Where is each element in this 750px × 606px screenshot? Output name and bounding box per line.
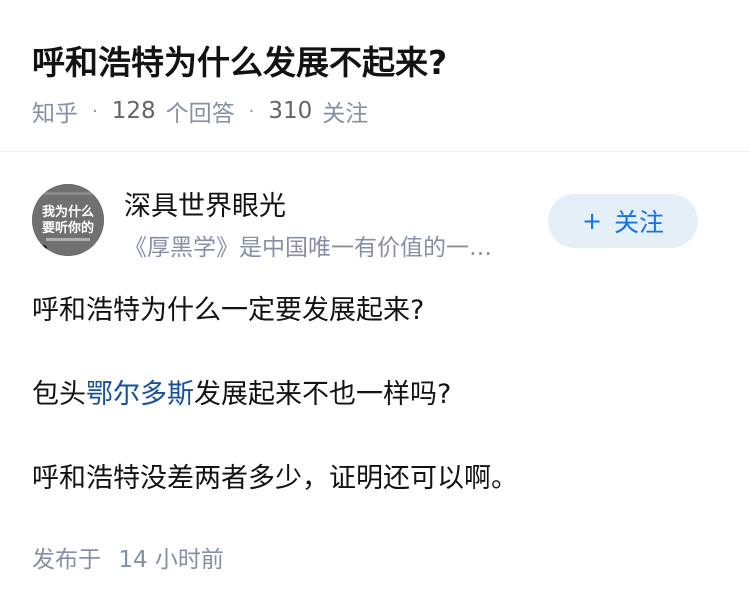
- answers-count: 128: [111, 98, 156, 124]
- body-paragraph: 包头鄂尔多斯发展起来不也一样吗?: [32, 374, 451, 416]
- avatar-text-line1: 我为什么: [42, 204, 94, 220]
- avatar-book-cover-image: 我为什么 要听你的: [32, 184, 104, 256]
- question-meta: 知乎 · 128 个回答 · 310 关注: [32, 94, 368, 128]
- answers-label[interactable]: 个回答: [166, 94, 235, 128]
- posted-label: 发布于: [32, 547, 101, 573]
- question-title: 呼和浩特为什么发展不起来?: [32, 43, 448, 82]
- plus-icon: +: [581, 207, 603, 235]
- header-divider: [0, 151, 750, 152]
- posted-time: 14 小时前: [118, 547, 224, 573]
- meta-separator: ·: [248, 100, 255, 122]
- post-time: 发布于 14 小时前: [32, 540, 224, 574]
- avatar-text-line2: 要听你的: [42, 220, 94, 236]
- question-header: 呼和浩特为什么发展不起来? 知乎 · 128 个回答 · 310 关注: [0, 0, 750, 150]
- body-text: 发展起来不也一样吗?: [194, 379, 452, 410]
- body-paragraph: 呼和浩特没差两者多少，证明还可以啊。: [32, 463, 518, 494]
- author-name[interactable]: 深具世界眼光: [124, 184, 286, 223]
- follow-button-label: 关注: [614, 208, 665, 237]
- keyword-link[interactable]: 鄂尔多斯: [86, 379, 194, 410]
- body-paragraph: 呼和浩特为什么一定要发展起来?: [32, 295, 425, 326]
- follow-button[interactable]: + 关注: [548, 194, 698, 248]
- avatar[interactable]: 我为什么 要听你的: [32, 184, 104, 256]
- author-row: 我为什么 要听你的 深具世界眼光 《厚黑学》是中国唯一有价值的一… + 关注: [0, 176, 750, 266]
- followers-label: 关注: [322, 101, 369, 127]
- source-label[interactable]: 知乎: [32, 94, 78, 128]
- body-text: 包头: [32, 379, 86, 410]
- meta-separator: ·: [92, 100, 98, 122]
- followers-count: 310: [268, 98, 313, 124]
- author-bio: 《厚黑学》是中国唯一有价值的一…: [124, 235, 492, 261]
